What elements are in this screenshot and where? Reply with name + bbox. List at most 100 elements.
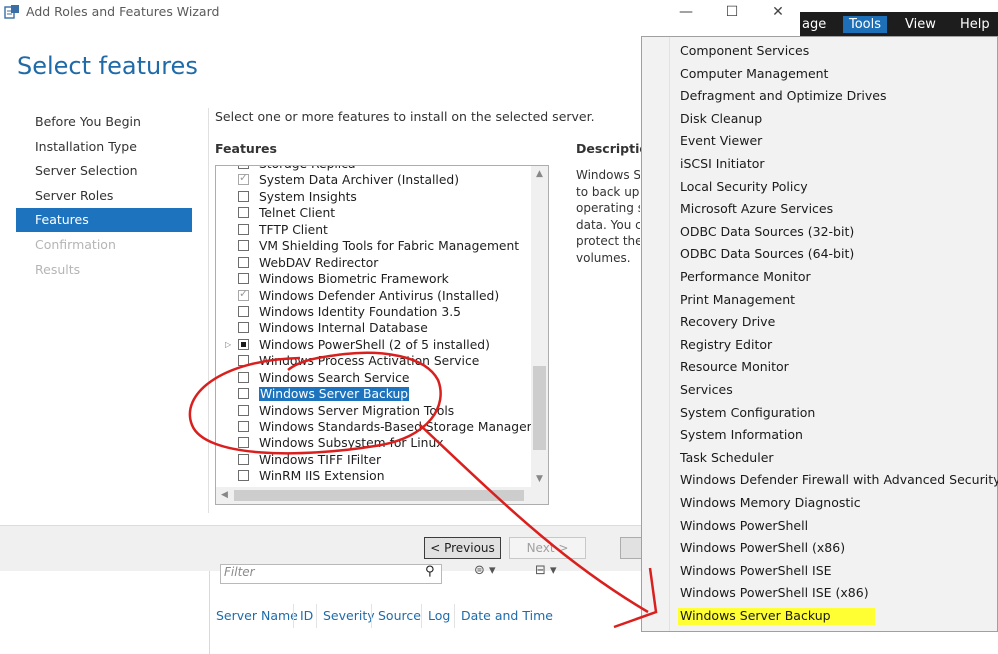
feature-row[interactable]: Windows TIFF IFilter [216,452,532,468]
feature-checkbox[interactable] [238,388,249,400]
feature-checkbox[interactable] [238,286,249,302]
feature-checkbox[interactable] [238,223,249,235]
scroll-down-icon[interactable]: ▼ [536,474,543,484]
tools-menu-item[interactable]: Windows Server Backup [678,608,875,625]
feature-row[interactable]: Windows Search Service [216,370,532,386]
tools-menu-item[interactable]: ODBC Data Sources (32-bit) [680,224,854,239]
nav-features[interactable]: Features [16,208,192,232]
maximize-button[interactable]: ☐ [712,2,752,22]
feature-row[interactable]: Telnet Client [216,205,532,221]
tools-menu-item[interactable]: Defragment and Optimize Drives [680,88,886,103]
feature-checkbox[interactable] [238,338,249,350]
feature-row[interactable]: WinRM IIS Extension [216,468,532,484]
feature-row[interactable]: Windows Defender Antivirus (Installed) [216,286,532,304]
column-date-and-time[interactable]: Date and Time [454,604,553,628]
column-severity[interactable]: Severity [316,604,375,628]
tools-menu-item[interactable]: System Information [680,427,803,442]
feature-row[interactable]: Windows Server Backup [216,386,532,402]
nav-server-selection[interactable]: Server Selection [16,159,192,183]
nav-before-you-begin[interactable]: Before You Begin [16,110,192,134]
feature-checkbox[interactable] [238,207,249,219]
tools-menu-item[interactable]: Print Management [680,292,795,307]
column-log[interactable]: Log [421,604,450,628]
tools-menu-item[interactable]: Component Services [680,43,809,58]
feature-row[interactable]: ▷ Windows PowerShell (2 of 5 installed) [216,337,532,353]
menu-view[interactable]: View [899,16,942,33]
previous-button[interactable]: < Previous [424,537,501,559]
tools-menu-item[interactable]: Windows Defender Firewall with Advanced … [680,472,998,487]
feature-checkbox[interactable] [238,273,249,285]
close-button[interactable]: ✕ [758,2,798,22]
feature-checkbox[interactable] [238,240,249,252]
expand-icon[interactable]: ▷ [225,337,231,353]
feature-row[interactable]: System Data Archiver (Installed) [216,170,532,188]
feature-row[interactable]: TFTP Client [216,222,532,238]
menu-help[interactable]: Help [954,16,996,33]
tools-menu-item[interactable]: Windows PowerShell (x86) [680,540,845,555]
feature-checkbox[interactable] [238,170,249,187]
feature-checkbox[interactable] [238,322,249,334]
menu-tools[interactable]: Tools [843,16,888,33]
feature-row[interactable]: Windows Identity Foundation 3.5 [216,304,532,320]
feature-checkbox[interactable] [238,453,249,465]
tools-menu-item[interactable]: Performance Monitor [680,269,811,284]
feature-row[interactable]: VM Shielding Tools for Fabric Management [216,238,532,254]
scroll-up-icon[interactable]: ▲ [536,169,543,179]
feature-checkbox[interactable] [238,421,249,432]
horizontal-scrollbar[interactable]: ◀ [216,487,548,504]
tools-menu-item[interactable]: Resource Monitor [680,359,789,374]
feature-row[interactable]: Windows Server Migration Tools [216,403,532,419]
feature-checkbox[interactable] [238,470,249,482]
tools-menu-item[interactable]: Computer Management [680,66,828,81]
tools-menu-item[interactable]: Event Viewer [680,133,762,148]
tools-menu-item[interactable]: Recovery Drive [680,314,775,329]
column-server-name[interactable]: Server Name [210,604,298,628]
install-button[interactable] [620,537,642,559]
feature-checkbox[interactable] [238,437,249,449]
search-icon[interactable]: ⚲ [425,564,435,579]
feature-checkbox[interactable] [238,166,249,169]
feature-row[interactable]: WebDAV Redirector [216,255,532,271]
feature-checkbox[interactable] [238,371,249,383]
tools-menu-item[interactable]: Registry Editor [680,337,772,352]
feature-checkbox[interactable] [238,305,249,317]
tools-menu-item[interactable]: Task Scheduler [680,450,774,465]
tools-menu-item[interactable]: ODBC Data Sources (64-bit) [680,246,854,261]
tools-menu-item[interactable]: Windows PowerShell ISE (x86) [680,585,869,600]
vertical-scroll-thumb[interactable] [533,366,546,450]
tools-menu-item[interactable]: Microsoft Azure Services [680,201,833,216]
column-source[interactable]: Source [371,604,421,628]
nav-installation-type[interactable]: Installation Type [16,135,192,159]
tools-menu-item[interactable]: iSCSI Initiator [680,156,765,171]
feature-checkbox[interactable] [238,190,249,202]
feature-row[interactable]: System Insights [216,189,532,205]
feature-row[interactable]: Windows Internal Database [216,320,532,336]
feature-row[interactable]: Storage Replica [216,166,532,172]
nav-divider [208,108,209,513]
tools-menu-item[interactable]: Services [680,382,733,397]
nav-server-roles[interactable]: Server Roles [16,184,192,208]
tools-menu-item[interactable]: Local Security Policy [680,179,808,194]
scroll-left-icon[interactable]: ◀ [221,490,228,500]
tools-menu-item[interactable]: System Configuration [680,405,815,420]
feature-row[interactable]: Windows Standards-Based Storage Manageme… [216,419,548,435]
feature-checkbox[interactable] [238,355,249,367]
tools-menu-item[interactable]: Windows Memory Diagnostic [680,495,861,510]
list-options-icon[interactable]: ⊜ ▾ [474,563,496,578]
filter-placeholder: Filter [224,565,255,579]
features-list[interactable]: Storage Replica System Data Archiver (Ins… [215,165,549,505]
feature-row[interactable]: Windows Subsystem for Linux [216,435,532,451]
vertical-scrollbar[interactable]: ▲ ▼ [531,166,548,488]
feature-checkbox[interactable] [238,404,249,416]
minimize-button[interactable]: — [666,2,706,22]
feature-row[interactable]: Windows Biometric Framework [216,271,532,287]
tools-menu-item[interactable]: Windows PowerShell [680,518,808,533]
tools-menu-item[interactable]: Disk Cleanup [680,111,762,126]
menu-manage[interactable]: age [796,16,832,33]
column-id[interactable]: ID [293,604,313,628]
tools-menu-item[interactable]: Windows PowerShell ISE [680,563,832,578]
horizontal-scroll-thumb[interactable] [234,490,524,501]
feature-checkbox[interactable] [238,256,249,268]
feature-row[interactable]: Windows Process Activation Service [216,353,532,369]
save-query-icon[interactable]: ⊟ ▾ [535,563,557,578]
